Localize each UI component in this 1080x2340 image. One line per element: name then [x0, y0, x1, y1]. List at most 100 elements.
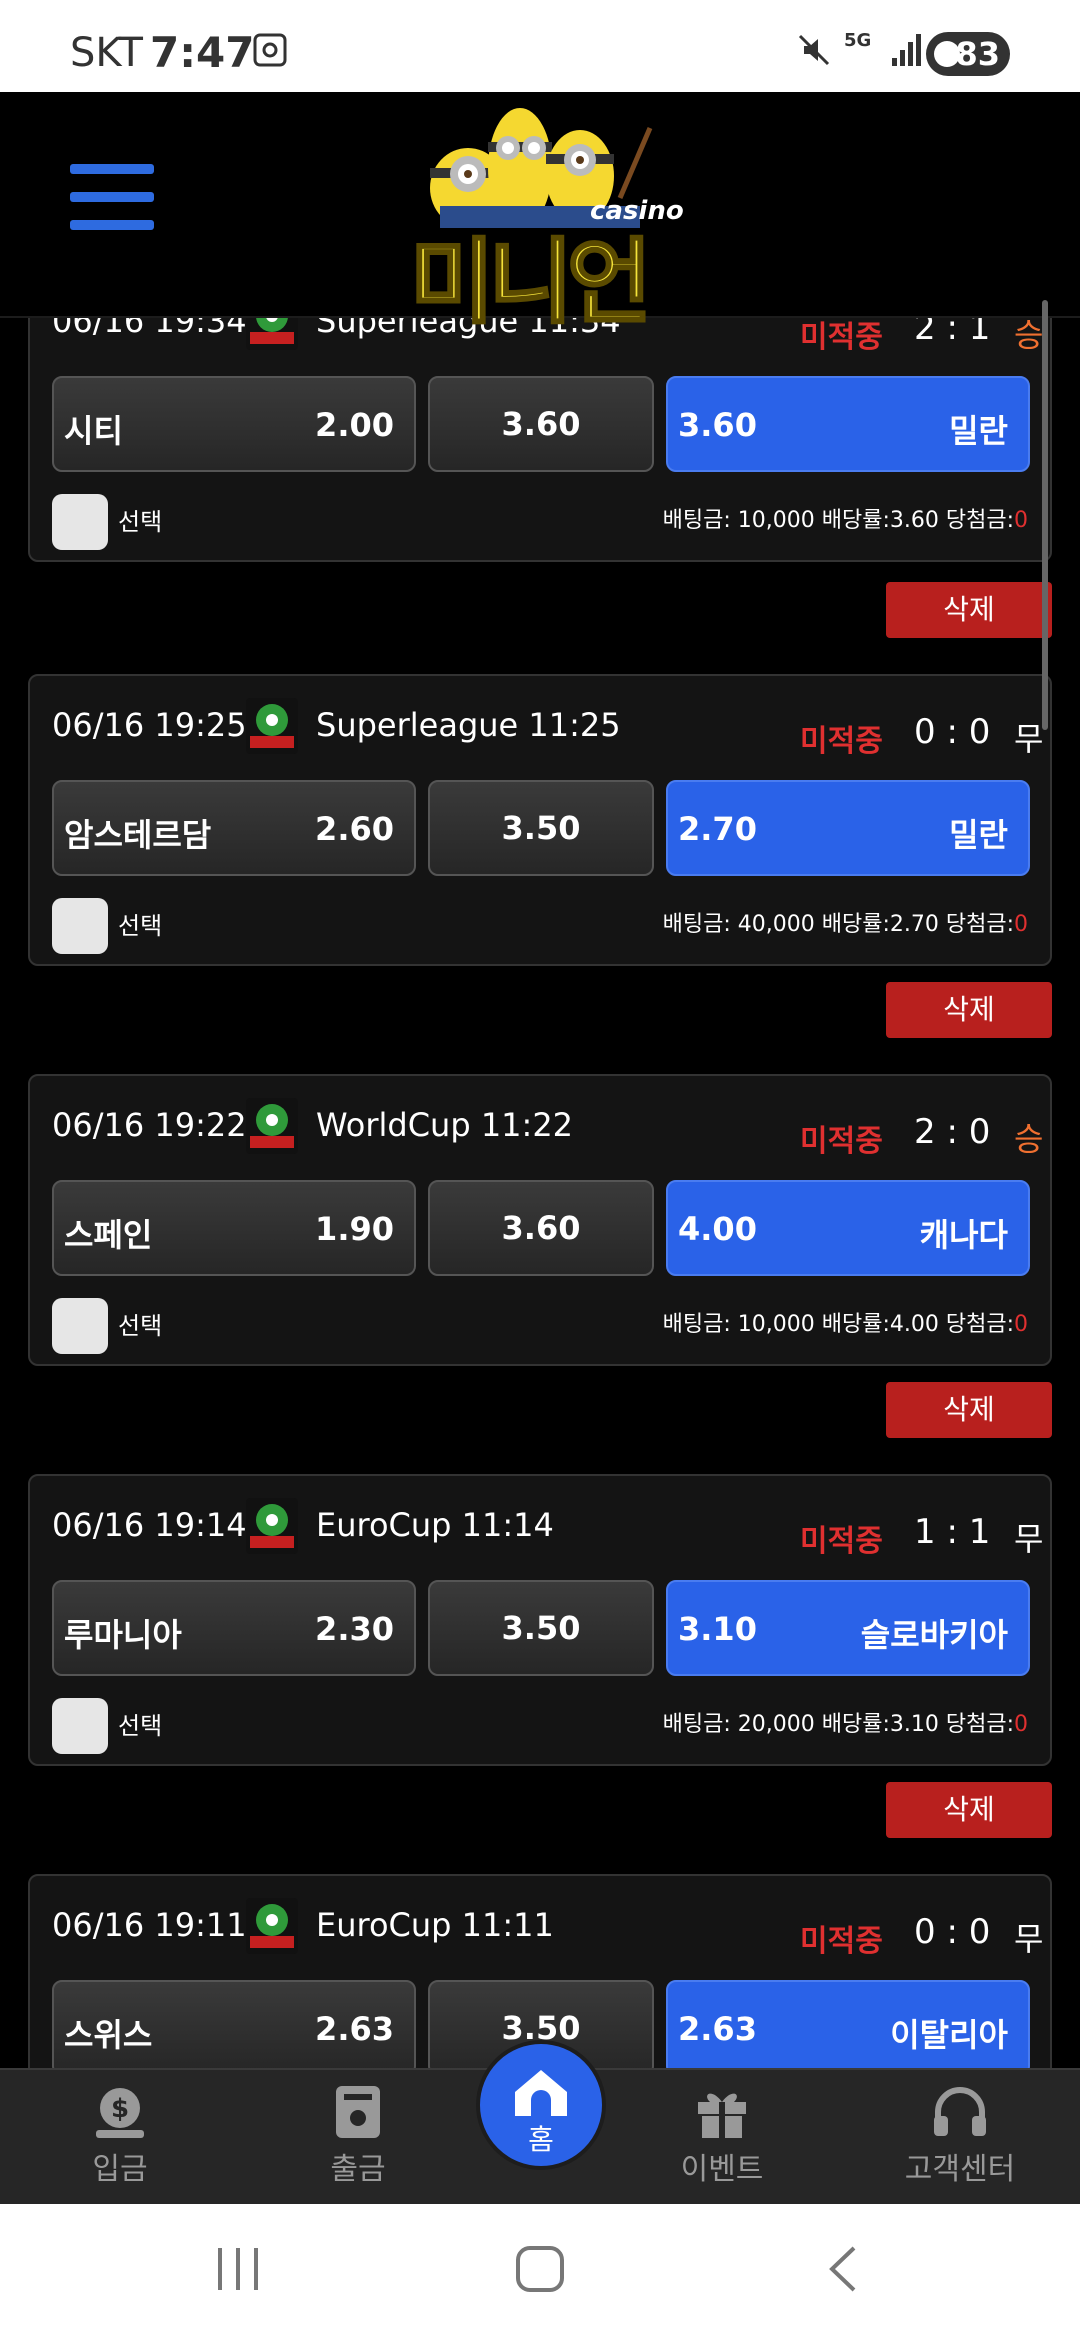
bet-status: 미적중 [800, 1524, 883, 1559]
bet-info: 배팅금: 20,000 배당률:3.10 당첨금:0 [663, 1706, 1028, 1738]
nav-support[interactable]: 고객센터 [880, 2076, 1040, 2200]
network-5g-icon: 5G [844, 30, 872, 51]
draw-odds-button[interactable]: 3.50 [428, 1580, 654, 1676]
menu-line [70, 164, 154, 174]
away-odds-button[interactable]: 3.60 밀란 [666, 376, 1030, 472]
nav-event[interactable]: 이벤트 [642, 2076, 802, 2200]
home-odds-button[interactable]: 스페인 1.90 [52, 1180, 416, 1276]
delete-button[interactable]: 삭제 [886, 1782, 1052, 1838]
away-odds-button[interactable]: 2.63 이탈리아 [666, 1980, 1030, 2068]
win-label: 당첨금: [945, 1712, 1014, 1737]
bet-rate: 배당률:2.70 [821, 912, 939, 937]
nav-home[interactable]: 홈 [476, 2040, 606, 2170]
select-label: 선택 [118, 912, 163, 940]
home-team: 스페인 [64, 1216, 153, 1254]
bet-status: 미적중 [800, 724, 883, 759]
league-name: EuroCup 11:14 [316, 1506, 554, 1544]
menu-line [70, 220, 154, 230]
delete-button[interactable]: 삭제 [886, 582, 1052, 638]
bet-status: 미적중 [800, 1124, 883, 1159]
home-odd: 2.00 [315, 406, 394, 444]
nav-event-label: 이벤트 [680, 2152, 764, 2187]
match-result: 승 [1014, 1120, 1044, 1158]
match-score: 1 : 1 [914, 1512, 991, 1552]
home-odd: 2.30 [315, 1610, 394, 1648]
win-label: 당첨금: [945, 912, 1014, 937]
away-team: 이탈리아 [890, 2016, 1008, 2054]
bet-card: 06/16 19:14 EuroCup 11:14 미적중 1 : 1 무 루마… [28, 1474, 1052, 1766]
select-label: 선택 [118, 1312, 163, 1340]
svg-text:$: $ [111, 2094, 129, 2124]
clock: 7:47 [150, 28, 255, 77]
match-date: 06/16 19:34 [52, 318, 247, 340]
match-date: 06/16 19:22 [52, 1106, 247, 1144]
home-icon [515, 2070, 567, 2116]
bet-card: 06/16 19:22 WorldCup 11:22 미적중 2 : 0 승 스… [28, 1074, 1052, 1366]
soccer-ball-icon [244, 696, 300, 756]
status-bar: SKT 7:47 5G 83 [0, 0, 1080, 92]
bet-rate: 배당률:4.00 [821, 1312, 939, 1337]
match-score: 0 : 0 [914, 712, 991, 752]
win-amount: 0 [1014, 1312, 1028, 1337]
away-odds-button[interactable]: 4.00 캐나다 [666, 1180, 1030, 1276]
home-team: 암스테르담 [64, 816, 212, 854]
draw-odds-button[interactable]: 3.60 [428, 376, 654, 472]
home-odds-button[interactable]: 시티 2.00 [52, 376, 416, 472]
soccer-ball-icon [244, 1096, 300, 1156]
home-system-icon[interactable] [514, 2244, 566, 2298]
delete-button[interactable]: 삭제 [886, 1382, 1052, 1438]
select-label: 선택 [118, 508, 163, 536]
away-odd: 3.10 [678, 1610, 757, 1648]
nav-deposit[interactable]: $ 입금 [40, 2076, 200, 2200]
select-checkbox[interactable] [52, 1298, 108, 1354]
win-amount: 0 [1014, 508, 1028, 533]
bet-status: 미적중 [800, 320, 883, 355]
select-checkbox[interactable] [52, 898, 108, 954]
home-odds-button[interactable]: 암스테르담 2.60 [52, 780, 416, 876]
match-date: 06/16 19:25 [52, 706, 247, 744]
away-odd: 3.60 [678, 406, 757, 444]
draw-odds-button[interactable]: 3.60 [428, 1180, 654, 1276]
league-name: Superleague 11:25 [316, 706, 621, 744]
draw-odds-button[interactable]: 3.50 [428, 780, 654, 876]
delete-button[interactable]: 삭제 [886, 982, 1052, 1038]
away-odd: 2.70 [678, 810, 757, 848]
nav-home-label: 홈 [528, 2123, 554, 2156]
carrier-label: SKT [70, 30, 143, 76]
bet-amount: 배팅금: 20,000 [662, 1712, 815, 1737]
win-label: 당첨금: [945, 1312, 1014, 1337]
match-score: 0 : 0 [914, 1912, 991, 1952]
bet-card: 06/16 19:34 Superleague 11:34 미적중 2 : 1 … [28, 318, 1052, 562]
home-odd: 2.63 [315, 2010, 394, 2048]
nav-withdraw-label: 출금 [330, 2152, 386, 2187]
nav-withdraw[interactable]: 출금 [278, 2076, 438, 2200]
away-odds-button[interactable]: 2.70 밀란 [666, 780, 1030, 876]
away-team: 밀란 [949, 816, 1008, 854]
home-odds-button[interactable]: 루마니아 2.30 [52, 1580, 416, 1676]
select-checkbox[interactable] [52, 1698, 108, 1754]
menu-button[interactable] [70, 164, 154, 240]
match-result: 무 [1014, 720, 1044, 758]
match-result: 무 [1014, 1520, 1044, 1558]
home-odd: 1.90 [315, 1210, 394, 1248]
away-odds-button[interactable]: 3.10 슬로바키아 [666, 1580, 1030, 1676]
deposit-coin-icon: $ [96, 2088, 144, 2138]
battery-indicator: 83 [926, 32, 1010, 76]
bet-history-list[interactable]: 06/16 19:34 Superleague 11:34 미적중 2 : 1 … [0, 318, 1080, 2068]
match-score: 2 : 0 [914, 1112, 991, 1152]
casino-logo[interactable]: casino 미니언 [400, 98, 690, 338]
scrollbar[interactable] [1042, 300, 1048, 730]
recent-apps-icon[interactable] [214, 2244, 262, 2298]
select-label: 선택 [118, 1712, 163, 1740]
mute-icon [796, 32, 832, 72]
home-odds-button[interactable]: 스위스 2.63 [52, 1980, 416, 2068]
match-result: 무 [1014, 1920, 1044, 1958]
soccer-ball-icon [244, 318, 300, 352]
battery-saver-icon [934, 41, 960, 67]
bet-status: 미적중 [800, 1924, 883, 1959]
back-icon[interactable] [822, 2244, 862, 2298]
bet-amount: 배팅금: 40,000 [662, 912, 815, 937]
system-navigation-bar [0, 2204, 1080, 2340]
select-checkbox[interactable] [52, 494, 108, 550]
logo-text: 미니언 [409, 228, 654, 338]
